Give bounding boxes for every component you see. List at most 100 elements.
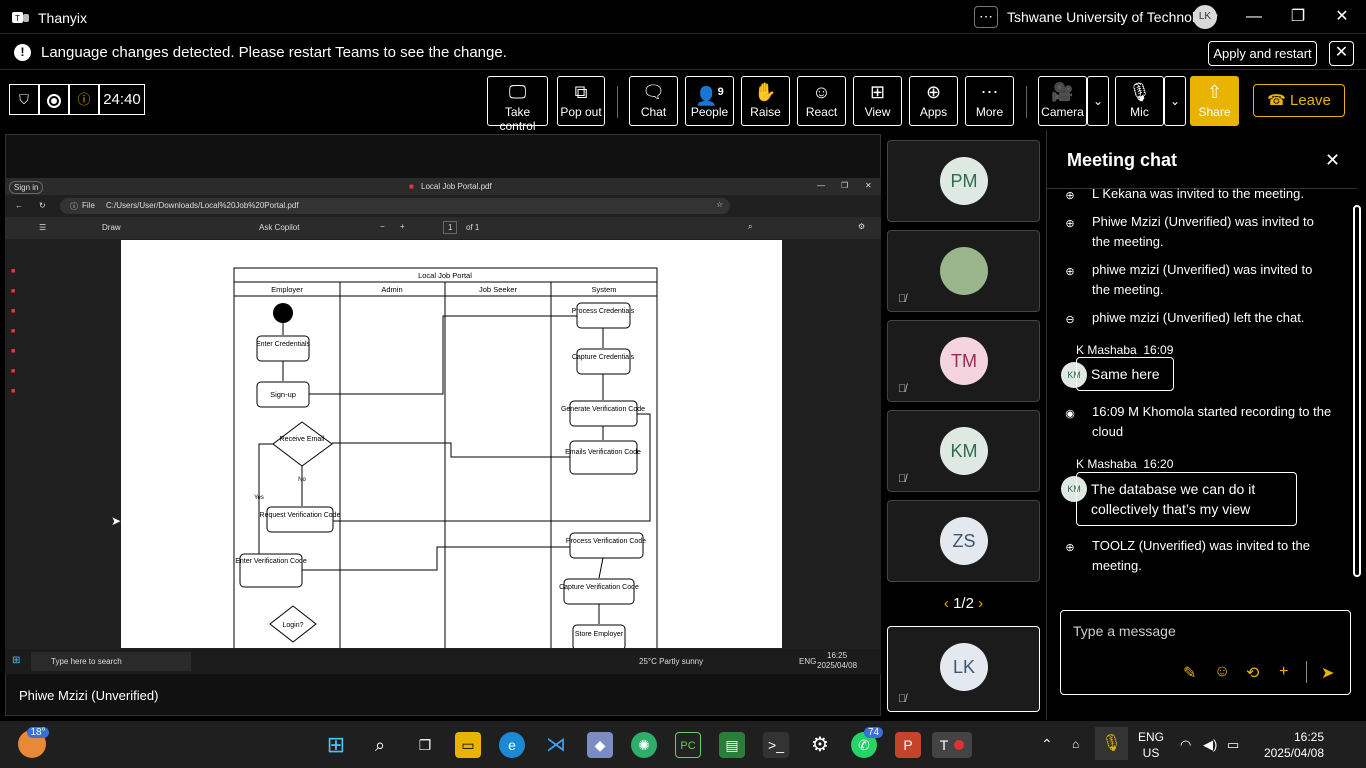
- app-globe-icon[interactable]: ✺: [631, 732, 657, 758]
- apply-and-restart-button[interactable]: Apply and restart: [1208, 41, 1317, 66]
- participant-tile[interactable]: ZS: [887, 500, 1040, 582]
- people-button[interactable]: 👤9 People: [685, 76, 734, 126]
- restore-icon[interactable]: ❐: [1283, 6, 1313, 28]
- chat-scrollbar[interactable]: [1353, 205, 1361, 577]
- participant-tile[interactable]: 🎙̸: [887, 230, 1040, 312]
- shared-search-box[interactable]: Type here to search: [31, 652, 191, 671]
- camera-button[interactable]: 🎥 Camera: [1038, 76, 1087, 126]
- windows-start-icon[interactable]: ⊞: [12, 655, 20, 666]
- mic-options-chevron-icon[interactable]: ⌄: [1164, 76, 1186, 126]
- terminal-icon[interactable]: >_: [763, 732, 789, 758]
- edge-browser-icon[interactable]: e: [499, 732, 525, 758]
- ask-copilot-button[interactable]: Ask Copilot: [259, 223, 299, 232]
- search-icon[interactable]: ⌕: [367, 732, 393, 758]
- loop-icon[interactable]: ⟲: [1246, 663, 1259, 683]
- take-control-button[interactable]: 🖵 Take control: [487, 76, 548, 133]
- message-input[interactable]: Type a message: [1073, 623, 1176, 639]
- settings-icon[interactable]: ⚙: [858, 222, 865, 231]
- sign-in-button[interactable]: Sign in: [9, 181, 44, 194]
- chat-button[interactable]: 🗨 Chat: [629, 76, 678, 126]
- participant-tile[interactable]: PM: [887, 140, 1040, 222]
- draw-button[interactable]: Draw: [102, 223, 121, 232]
- attach-plus-icon[interactable]: +: [1279, 663, 1288, 681]
- info-circle-icon: ⓘ: [70, 202, 78, 211]
- shared-time: 16:25: [827, 651, 848, 660]
- browser-minimize-icon[interactable]: —: [817, 181, 825, 190]
- weather-widget-icon[interactable]: 18°: [18, 727, 49, 758]
- previous-page-icon[interactable]: ‹: [944, 595, 949, 612]
- next-page-icon[interactable]: ›: [978, 595, 983, 612]
- profile-avatar[interactable]: LK: [1193, 5, 1217, 29]
- teams-taskbar-icon[interactable]: T: [932, 732, 972, 758]
- apps-button[interactable]: ⊕ Apps: [909, 76, 958, 126]
- find-icon[interactable]: ⌕: [748, 222, 752, 232]
- camera-options-chevron-icon[interactable]: ⌄: [1087, 76, 1109, 126]
- recording-icon[interactable]: [39, 84, 69, 115]
- mic-in-use-icon[interactable]: 🎙: [1095, 727, 1128, 760]
- participant-avatar: KM: [940, 427, 988, 475]
- meeting-info-icon[interactable]: ⓘ: [69, 84, 99, 115]
- view-button[interactable]: ⊞ View: [853, 76, 902, 126]
- chat-message[interactable]: Same here: [1076, 357, 1175, 391]
- organization-name[interactable]: Tshwane University of Technology: [1007, 9, 1218, 25]
- battery-icon[interactable]: ▭: [1227, 737, 1239, 753]
- app-cube-icon[interactable]: ◆: [587, 732, 613, 758]
- back-icon[interactable]: ←: [15, 201, 23, 210]
- show-hidden-icons-chevron[interactable]: ⌃: [1041, 736, 1053, 753]
- format-pen-icon[interactable]: ✎: [1183, 663, 1196, 683]
- browser-tab-title[interactable]: Local Job Portal.pdf: [421, 182, 492, 191]
- participant-avatar: LK: [940, 643, 988, 691]
- node-emails-code: Emails Verification Code: [565, 449, 641, 456]
- zoom-in-icon[interactable]: +: [400, 222, 405, 231]
- participant-tile[interactable]: KM 🎙̸: [887, 410, 1040, 492]
- excel-icon[interactable]: ▤: [719, 732, 745, 758]
- message-composer[interactable]: Type a message ✎ ☺ ⟲ + ➤: [1060, 610, 1351, 695]
- dismiss-banner-icon[interactable]: ✕: [1329, 41, 1354, 66]
- task-view-icon[interactable]: ❐: [412, 732, 438, 758]
- leave-button[interactable]: ☎ Leave: [1253, 84, 1345, 117]
- share-button[interactable]: ⇧ Share: [1190, 76, 1239, 126]
- language-indicator[interactable]: ENG US: [1137, 729, 1165, 761]
- mic-button[interactable]: 🎙 Mic: [1115, 76, 1164, 126]
- participant-avatar: PM: [940, 157, 988, 205]
- zoom-out-icon[interactable]: −: [380, 222, 385, 231]
- react-button[interactable]: ☺ React: [797, 76, 846, 126]
- send-icon[interactable]: ➤: [1321, 663, 1334, 683]
- settings-gear-icon[interactable]: ⚙: [807, 732, 833, 758]
- self-tile[interactable]: LK 🎙̸: [887, 626, 1040, 712]
- shield-icon[interactable]: ⛉: [9, 84, 39, 115]
- shared-windows-taskbar: ⊞ Type here to search 25°C Partly sunny …: [5, 649, 881, 674]
- more-options-button[interactable]: ⋯: [974, 6, 998, 28]
- pop-out-button[interactable]: ⧉ Pop out: [557, 76, 605, 126]
- file-explorer-icon[interactable]: ▭: [455, 732, 481, 758]
- browser-title-bar: Sign in ■ Local Job Portal.pdf — ❐ ✕: [5, 178, 881, 195]
- refresh-icon[interactable]: ↻: [39, 201, 46, 210]
- emoji-icon[interactable]: ☺: [1214, 663, 1230, 681]
- wifi-icon[interactable]: ◠: [1180, 737, 1191, 753]
- toolbar-divider: [1026, 86, 1027, 118]
- system-clock[interactable]: 16:25 2025/04/08: [1262, 729, 1324, 761]
- more-button[interactable]: ⋯ More: [965, 76, 1014, 126]
- favorite-star-icon[interactable]: ☆: [716, 200, 723, 209]
- contents-icon[interactable]: ☰: [39, 223, 46, 232]
- browser-close-icon[interactable]: ✕: [865, 181, 872, 190]
- grid-icon: ⊞: [869, 82, 886, 102]
- pdf-page: Local Job Portal Employer Admin Job Seek…: [121, 240, 782, 648]
- chat-message[interactable]: The database we can do it collectively t…: [1076, 472, 1297, 526]
- participant-tile[interactable]: TM 🎙̸: [887, 320, 1040, 402]
- close-chat-icon[interactable]: ✕: [1325, 150, 1340, 171]
- raise-hand-button[interactable]: ✋ Raise: [741, 76, 790, 126]
- browser-restore-icon[interactable]: ❐: [841, 181, 848, 190]
- volume-icon[interactable]: ◀): [1203, 737, 1217, 753]
- node-request-code: Request Verification Code: [260, 512, 341, 519]
- address-field[interactable]: ⓘ File C:/Users/User/Downloads/Local%20J…: [60, 198, 730, 214]
- url-text[interactable]: C:/Users/User/Downloads/Local%20Job%20Po…: [106, 201, 299, 210]
- close-window-icon[interactable]: ✕: [1327, 6, 1357, 28]
- powerpoint-icon[interactable]: P: [895, 732, 921, 758]
- page-number-input[interactable]: 1: [443, 221, 458, 234]
- minimize-icon[interactable]: —: [1239, 6, 1269, 28]
- vscode-icon[interactable]: ⋊: [543, 732, 569, 758]
- network-device-icon[interactable]: ⌂: [1072, 737, 1079, 751]
- start-menu-icon[interactable]: ⊞: [323, 732, 349, 758]
- pycharm-icon[interactable]: PC: [675, 732, 701, 758]
